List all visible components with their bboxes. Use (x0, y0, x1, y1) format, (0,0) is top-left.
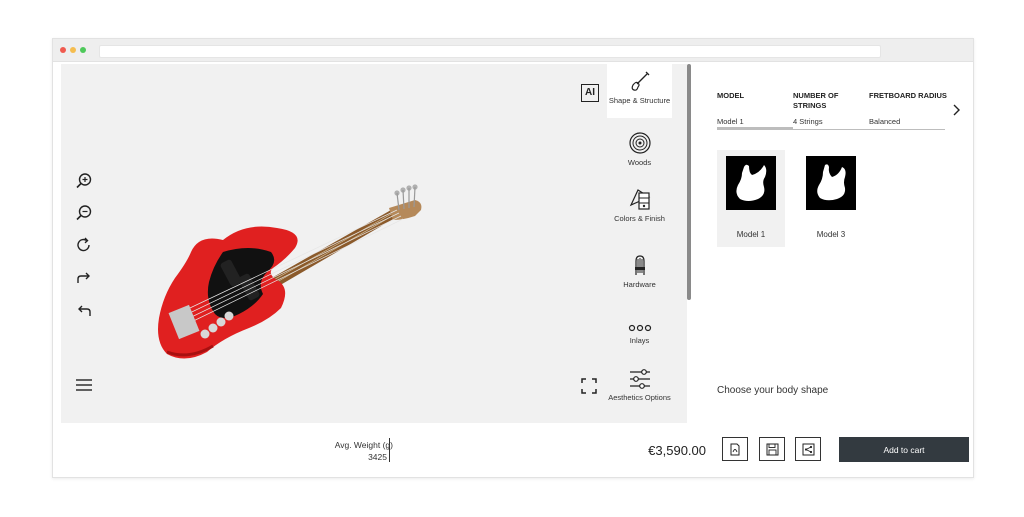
zoom-out-icon[interactable] (73, 202, 95, 224)
share-icon (802, 443, 814, 455)
options-panel: MODEL NUMBER OF STRINGS FRETBOARD RADIUS… (693, 64, 972, 423)
guitar-icon (628, 67, 652, 93)
category-label: Aesthetics Options (608, 393, 671, 402)
category-colors-finish[interactable]: Colors & Finish (607, 182, 672, 236)
pdf-button[interactable] (722, 437, 748, 461)
wood-rings-icon (628, 129, 652, 155)
browser-chrome (53, 39, 973, 62)
zoom-in-icon[interactable] (73, 170, 95, 192)
category-label: Shape & Structure (608, 96, 671, 105)
category-scrollbar[interactable] (687, 64, 691, 300)
address-bar[interactable] (99, 45, 881, 58)
weight-value: 3425 (368, 452, 387, 462)
bass-guitar-model[interactable] (153, 182, 425, 364)
column-header-fretboard[interactable]: FRETBOARD RADIUS (869, 91, 947, 101)
maximize-dot[interactable] (80, 47, 86, 53)
ai-badge[interactable]: AI (581, 84, 599, 102)
minimize-dot[interactable] (70, 47, 76, 53)
browser-window: AI Shape & Structure Woods Colors & Fini… (52, 38, 974, 478)
column-value-model: Model 1 (717, 117, 744, 126)
category-inlays[interactable]: Inlays (607, 304, 672, 358)
add-to-cart-button[interactable]: Add to cart (839, 437, 969, 462)
hardware-icon (628, 251, 652, 277)
weight-divider (389, 438, 390, 462)
category-hardware[interactable]: Hardware (607, 248, 672, 302)
active-column-indicator (717, 127, 793, 130)
pdf-icon (730, 443, 740, 455)
menu-icon[interactable] (73, 374, 95, 396)
column-header-strings[interactable]: NUMBER OF STRINGS (793, 91, 853, 111)
category-shape-structure[interactable]: Shape & Structure (607, 64, 672, 118)
redo-icon[interactable] (73, 267, 95, 289)
column-value-strings: 4 Strings (793, 117, 823, 126)
category-label: Inlays (629, 336, 650, 345)
option-model-3[interactable]: Model 3 (797, 150, 865, 247)
category-aesthetics-options[interactable]: Aesthetics Options (607, 361, 672, 415)
refresh-icon[interactable] (73, 234, 95, 256)
category-label: Woods (627, 158, 652, 167)
column-header-model[interactable]: MODEL (717, 91, 744, 101)
option-label: Model 1 (736, 230, 766, 239)
footer-bar: Avg. Weight (g) 3425 €3,590.00 Add to ca… (61, 423, 972, 476)
body-shape-image (806, 156, 856, 210)
share-button[interactable] (795, 437, 821, 461)
chevron-right-icon[interactable] (945, 99, 967, 121)
category-label: Colors & Finish (614, 214, 665, 223)
price: €3,590.00 (648, 443, 706, 458)
close-dot[interactable] (60, 47, 66, 53)
undo-icon[interactable] (73, 300, 95, 322)
floppy-disk-icon (766, 443, 778, 455)
panel-hint: Choose your body shape (717, 385, 829, 396)
dots-icon (628, 307, 652, 333)
weight-label: Avg. Weight (g) (334, 440, 393, 450)
fullscreen-icon[interactable] (578, 375, 600, 397)
column-value-fretboard: Balanced (869, 117, 901, 126)
palette-icon (628, 185, 652, 211)
sliders-icon (629, 364, 651, 390)
body-shape-image (726, 156, 776, 210)
category-label: Hardware (623, 280, 656, 289)
save-button[interactable] (759, 437, 785, 461)
option-model-1[interactable]: Model 1 (717, 150, 785, 247)
category-woods[interactable]: Woods (607, 126, 672, 180)
guitar-viewer[interactable]: AI (61, 64, 607, 423)
option-label: Model 3 (816, 230, 846, 239)
category-sidebar: Shape & Structure Woods Colors & Finish … (607, 64, 687, 423)
